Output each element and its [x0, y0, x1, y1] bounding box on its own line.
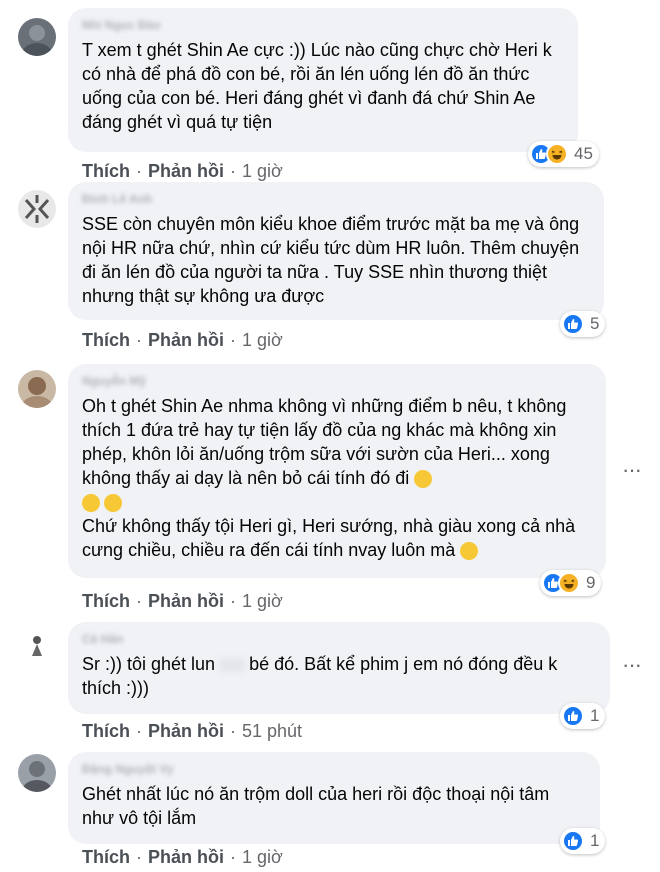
- like-link[interactable]: Thích: [82, 721, 130, 741]
- reaction-summary[interactable]: 1: [560, 828, 606, 854]
- comment-bubble: Nhi Ngọc Đào T xem t ghét Shin Ae cực :)…: [68, 8, 578, 152]
- comment-text-line: Chứ không thấy tội Heri gì, Heri sướng, …: [82, 516, 576, 560]
- comment-author[interactable]: Nguyễn Mỹ: [82, 374, 592, 388]
- reaction-count: 5: [590, 314, 600, 333]
- comment-author[interactable]: Nhi Ngọc Đào: [82, 18, 564, 32]
- like-reaction-icon: [562, 830, 584, 852]
- comment-text-line: Oh t ghét Shin Ae nhma không vì những đi…: [82, 396, 567, 488]
- avatar[interactable]: [18, 370, 56, 408]
- comment-actions: Thích · Phản hồi · 1 giờ: [82, 846, 283, 868]
- comment-bubble: Đặng Nguyệt Vy Ghét nhất lúc nó ăn trộm …: [68, 752, 600, 844]
- reply-link[interactable]: Phản hồi: [148, 847, 224, 867]
- comment-actions: Thích · Phản hồi · 1 giờ: [82, 590, 283, 612]
- avatar[interactable]: [18, 18, 56, 56]
- avatar[interactable]: [18, 626, 56, 664]
- separator-dot: ·: [136, 591, 142, 611]
- reaction-summary[interactable]: 1: [560, 703, 606, 729]
- comment-actions: Thích · Phản hồi · 1 giờ: [82, 160, 283, 182]
- reaction-count: 1: [590, 706, 600, 725]
- like-link[interactable]: Thích: [82, 591, 130, 611]
- more-options-icon[interactable]: ···: [622, 654, 642, 676]
- comment-bubble: Nguyễn Mỹ Oh t ghét Shin Ae nhma không v…: [68, 364, 606, 578]
- reaction-summary[interactable]: 45: [528, 141, 599, 167]
- avatar[interactable]: [18, 754, 56, 792]
- like-reaction-icon: [562, 313, 584, 335]
- reaction-count: 9: [586, 573, 596, 592]
- comment-time[interactable]: 1 giờ: [242, 591, 283, 611]
- comment-time[interactable]: 1 giờ: [242, 161, 283, 181]
- comment-text: T xem t ghét Shin Ae cực :)) Lúc nào cũn…: [82, 40, 552, 132]
- separator-dot: ·: [136, 330, 142, 350]
- eyeroll-emoji-icon: [104, 494, 122, 513]
- reply-link[interactable]: Phản hồi: [148, 161, 224, 181]
- like-link[interactable]: Thích: [82, 330, 130, 350]
- separator-dot: ·: [230, 330, 236, 350]
- like-link[interactable]: Thích: [82, 161, 130, 181]
- comment-author[interactable]: Cà Hân: [82, 632, 596, 646]
- reaction-summary[interactable]: 5: [560, 311, 606, 337]
- reaction-count: 45: [574, 144, 593, 163]
- comment-text: SSE còn chuyên môn kiểu khoe điểm trước …: [82, 214, 580, 306]
- comment-author[interactable]: Đinh Lê Anh: [82, 192, 590, 206]
- more-options-icon[interactable]: ···: [622, 459, 642, 481]
- separator-dot: ·: [136, 721, 142, 741]
- reaction-count: 1: [590, 831, 600, 850]
- comment-time[interactable]: 1 giờ: [242, 330, 283, 350]
- separator-dot: ·: [230, 161, 236, 181]
- separator-dot: ·: [136, 161, 142, 181]
- comment-bubble: Cà Hân Sr :)) tôi ghét lun bé đó. Bất kể …: [68, 622, 610, 714]
- separator-dot: ·: [230, 721, 236, 741]
- reaction-summary[interactable]: 9: [540, 570, 602, 596]
- comment-time[interactable]: 1 giờ: [242, 847, 283, 867]
- eyeroll-emoji-icon: [414, 470, 433, 489]
- comment-text: Oh t ghét Shin Ae nhma không vì những đi…: [82, 394, 592, 562]
- comment-bubble: Đinh Lê Anh SSE còn chuyên môn kiểu khoe…: [68, 182, 604, 320]
- like-reaction-icon: [562, 705, 584, 727]
- like-link[interactable]: Thích: [82, 847, 130, 867]
- reply-link[interactable]: Phản hồi: [148, 591, 224, 611]
- comment-text: Sr :)) tôi ghét lun bé đó. Bất kể phim j …: [82, 652, 596, 700]
- separator-dot: ·: [230, 591, 236, 611]
- comment-actions: Thích · Phản hồi · 1 giờ: [82, 329, 283, 351]
- avatar[interactable]: [18, 190, 56, 228]
- eyeroll-emoji-icon: [82, 494, 100, 513]
- separator-dot: ·: [136, 847, 142, 867]
- comment-actions: Thích · Phản hồi · 51 phút: [82, 720, 302, 742]
- thinking-emoji-icon: [460, 542, 479, 561]
- redacted-text: [219, 658, 246, 673]
- reply-link[interactable]: Phản hồi: [148, 721, 224, 741]
- separator-dot: ·: [230, 847, 236, 867]
- comment-text-start: Sr :)) tôi ghét lun: [82, 654, 216, 674]
- comment-text: Ghét nhất lúc nó ăn trộm doll của heri r…: [82, 784, 550, 828]
- comment-author[interactable]: Đặng Nguyệt Vy: [82, 762, 586, 776]
- reply-link[interactable]: Phản hồi: [148, 330, 224, 350]
- haha-reaction-icon: [558, 572, 580, 594]
- haha-reaction-icon: [546, 143, 568, 165]
- comment-time[interactable]: 51 phút: [242, 721, 302, 741]
